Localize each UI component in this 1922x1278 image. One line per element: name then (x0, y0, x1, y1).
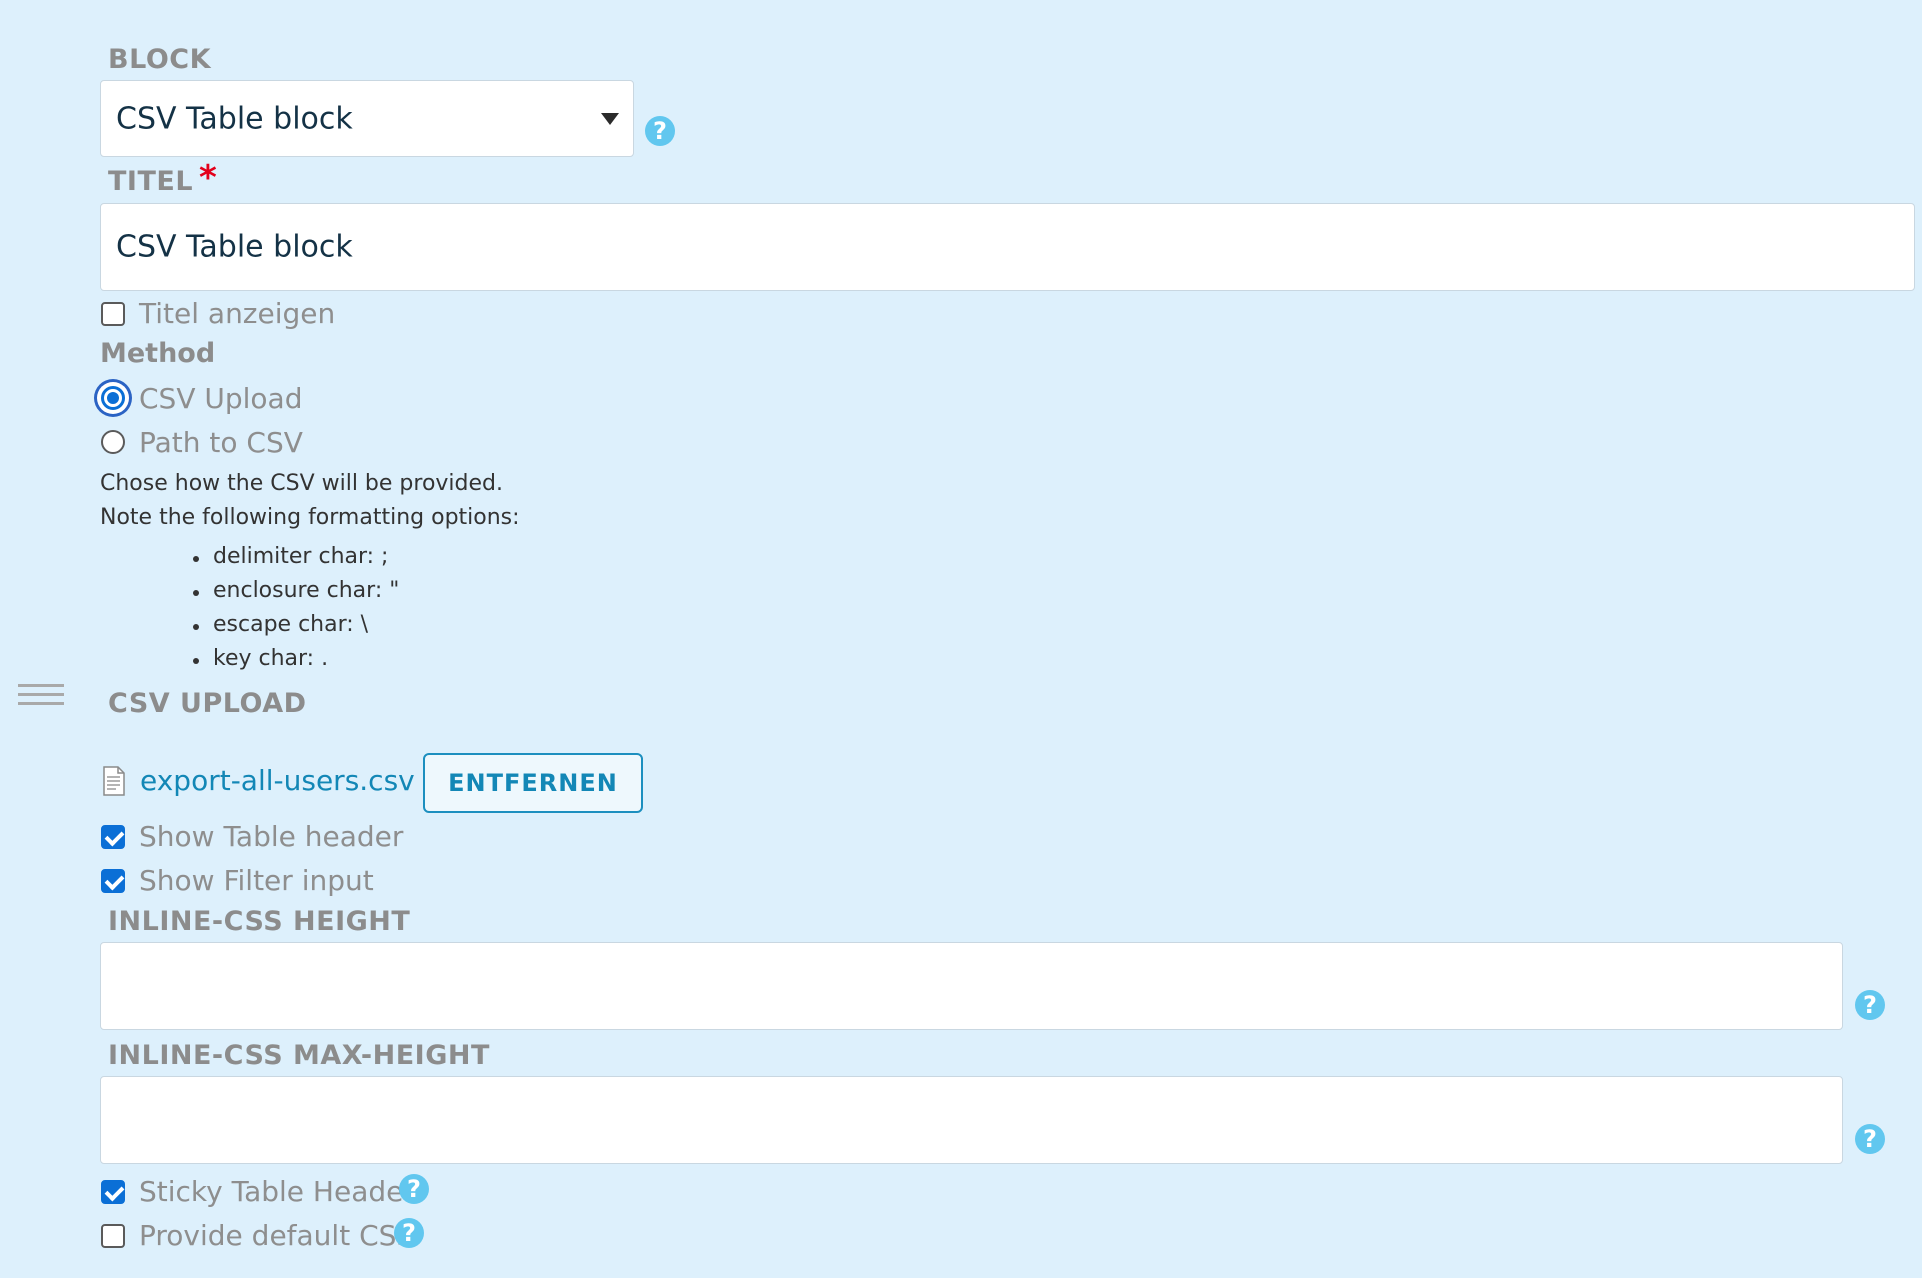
titel-input[interactable]: CSV Table block (100, 203, 1915, 291)
format-option: delimiter char: ; (192, 544, 389, 569)
uploaded-file-link[interactable]: export-all-users.csv (140, 764, 415, 797)
radio-csv-upload-label: CSV Upload (139, 382, 303, 415)
default-css-checkbox[interactable] (101, 1224, 125, 1248)
default-css-label: Provide default CSS (139, 1219, 415, 1252)
inline-max-height-label: INLINE-CSS MAX-HEIGHT (108, 1040, 490, 1071)
show-filter-input-label: Show Filter input (139, 864, 374, 897)
method-label: Method (100, 338, 216, 369)
csv-upload-label: CSV UPLOAD (108, 688, 307, 719)
titel-input-value: CSV Table block (116, 229, 353, 265)
show-title-checkbox[interactable] (101, 302, 125, 326)
radio-csv-upload[interactable] (101, 386, 125, 410)
sticky-header-checkbox[interactable] (101, 1180, 125, 1204)
block-help-icon[interactable]: ? (645, 116, 675, 146)
show-filter-input-checkbox[interactable] (101, 869, 125, 893)
sticky-header-label: Sticky Table Header (139, 1175, 415, 1208)
show-table-header-label: Show Table header (139, 820, 404, 853)
method-description-2: Note the following formatting options: (100, 505, 520, 530)
file-icon (103, 766, 125, 796)
sticky-header-help-icon[interactable]: ? (399, 1174, 429, 1204)
block-label: BLOCK (108, 44, 212, 75)
format-option: enclosure char: " (192, 578, 400, 603)
show-title-label: Titel anzeigen (139, 297, 336, 330)
inline-max-height-input[interactable] (100, 1076, 1843, 1164)
show-table-header-checkbox[interactable] (101, 825, 125, 849)
inline-height-label: INLINE-CSS HEIGHT (108, 906, 411, 937)
drag-handle-icon[interactable] (18, 684, 64, 708)
titel-label: TITEL * (108, 158, 217, 198)
radio-path-to-csv-label: Path to CSV (139, 426, 303, 459)
method-description-1: Chose how the CSV will be provided. (100, 471, 504, 496)
block-select[interactable]: CSV Table block (100, 80, 634, 157)
chevron-down-icon (601, 112, 619, 125)
radio-path-to-csv[interactable] (101, 430, 125, 454)
required-marker: * (199, 158, 218, 198)
remove-file-button[interactable]: ENTFERNEN (423, 753, 643, 813)
default-css-help-icon[interactable]: ? (394, 1218, 424, 1248)
inline-height-help-icon[interactable]: ? (1855, 990, 1885, 1020)
inline-max-height-help-icon[interactable]: ? (1855, 1124, 1885, 1154)
titel-label-text: TITEL (108, 166, 194, 197)
format-option: escape char: \ (192, 612, 369, 637)
format-option: key char: . (192, 646, 329, 671)
inline-height-input[interactable] (100, 942, 1843, 1030)
block-select-value: CSV Table block (116, 101, 353, 136)
